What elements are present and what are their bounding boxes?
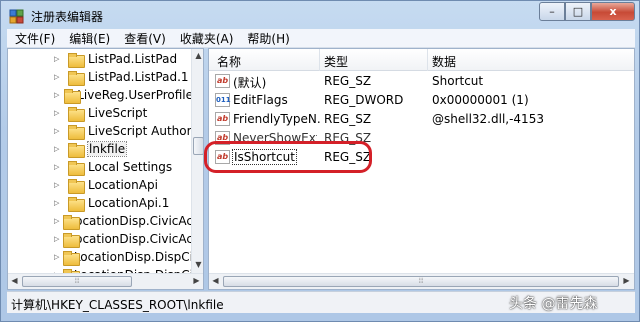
tree-scroll-thumb[interactable] xyxy=(193,137,203,155)
highlight-annotation xyxy=(204,141,372,173)
menu-help[interactable]: 帮助(H) xyxy=(239,30,295,47)
expand-arrow-icon[interactable]: ▷ xyxy=(54,217,59,225)
tree-item[interactable]: ▷ LiveScript xyxy=(8,104,193,122)
minimize-button[interactable]: – xyxy=(539,2,565,21)
tree-item-label: LiveReg.UserProfile xyxy=(77,88,193,102)
title-bar[interactable]: 注册表编辑器 – □ x xyxy=(1,1,639,29)
expand-arrow-icon[interactable]: ▷ xyxy=(54,145,64,153)
menu-view[interactable]: 查看(V) xyxy=(116,30,172,47)
tree-item-label: LiveScript Author xyxy=(88,124,192,138)
expand-arrow-icon[interactable]: ▷ xyxy=(54,73,64,81)
scroll-left-arrow-icon[interactable]: ◀ xyxy=(8,274,21,288)
dword-value-icon: 011 xyxy=(215,93,231,107)
expand-arrow-icon[interactable]: ▷ xyxy=(54,199,64,207)
tree-item[interactable]: ▷ ListPad.ListPad.1 xyxy=(8,68,193,86)
list-header: 名称 类型 数据 xyxy=(209,49,634,71)
key-tree-pane[interactable]: ▷ ListPad.ListPad ▷ ListPad.ListPad.1 ▷ Liv… xyxy=(7,48,204,290)
close-button[interactable]: x xyxy=(591,2,635,21)
scroll-up-arrow-icon[interactable]: ▲ xyxy=(192,49,203,63)
column-header-name[interactable]: 名称 xyxy=(217,53,241,70)
tree-item[interactable]: ▷ LocationApi xyxy=(8,176,193,194)
folder-icon xyxy=(63,214,85,230)
value-row[interactable]: ab FriendlyTypeN... REG_SZ @shell32.dll,… xyxy=(209,110,634,129)
folder-icon xyxy=(68,70,85,86)
value-data: @shell32.dll,-4153 xyxy=(432,112,544,126)
string-value-icon: ab xyxy=(215,74,230,88)
tree-item[interactable]: ▷ Local Settings xyxy=(8,158,193,176)
folder-icon xyxy=(68,52,85,68)
column-header-type[interactable]: 类型 xyxy=(324,53,348,70)
folder-icon xyxy=(63,88,82,104)
maximize-button[interactable]: □ xyxy=(565,2,591,21)
folder-icon xyxy=(68,178,85,194)
scroll-down-arrow-icon[interactable]: ▼ xyxy=(192,258,203,272)
value-name: FriendlyTypeN... xyxy=(233,112,321,126)
value-type: REG_DWORD xyxy=(324,93,404,107)
column-header-data[interactable]: 数据 xyxy=(432,53,456,70)
value-row[interactable]: ab (默认) REG_SZ Shortcut xyxy=(209,72,634,91)
folder-icon xyxy=(68,160,85,176)
value-row[interactable]: 011 EditFlags REG_DWORD 0x00000001 (1) xyxy=(209,91,634,110)
tree-item[interactable]: ▷ LocationDisp.DispCi xyxy=(8,248,193,266)
expand-arrow-icon[interactable]: ▷ xyxy=(54,127,64,135)
tree-item-label: LiveScript xyxy=(88,106,148,120)
expand-arrow-icon[interactable]: ▷ xyxy=(54,109,64,117)
value-type: REG_SZ xyxy=(324,74,372,88)
tree-item[interactable]: ▷ LiveReg.UserProfile xyxy=(8,86,193,104)
registry-editor-window: 注册表编辑器 – □ x 文件(F) 编辑(E) 查看(V) 收藏夹(A) 帮助… xyxy=(0,0,640,322)
tree-item[interactable]: ▷ LocationApi.1 xyxy=(8,194,193,212)
tree-item-label: LocationApi xyxy=(88,178,158,192)
value-data: Shortcut xyxy=(432,74,484,88)
watermark: 头条 @雷先森 xyxy=(509,296,598,312)
tree-horizontal-scrollbar[interactable]: ◀ ⦙⦙⦙ ▶ xyxy=(8,273,203,289)
registry-editor-icon xyxy=(9,9,24,24)
expand-arrow-icon[interactable]: ▷ xyxy=(54,253,59,261)
scroll-right-arrow-icon[interactable]: ▶ xyxy=(620,274,633,288)
column-divider[interactable] xyxy=(427,49,428,71)
list-hscroll-thumb[interactable]: ⦙⦙⦙ xyxy=(223,276,619,287)
expand-arrow-icon[interactable]: ▷ xyxy=(54,91,60,99)
tree-hscroll-thumb[interactable]: ⦙⦙⦙ xyxy=(22,276,132,287)
folder-icon xyxy=(63,250,82,266)
folder-icon xyxy=(68,124,85,140)
expand-arrow-icon[interactable]: ▷ xyxy=(54,181,64,189)
tree-vertical-scrollbar[interactable]: ▲ ▼ xyxy=(191,49,203,273)
tree-item[interactable]: ▷ LocationDisp.CivicAc xyxy=(8,212,193,230)
tree-item-label: ListPad.ListPad.1 xyxy=(88,70,189,84)
folder-icon xyxy=(68,106,85,122)
window-controls: – □ x xyxy=(539,2,635,22)
menu-bar: 文件(F) 编辑(E) 查看(V) 收藏夹(A) 帮助(H) xyxy=(7,29,635,48)
menu-favorites[interactable]: 收藏夹(A) xyxy=(172,30,240,47)
folder-icon xyxy=(68,142,85,158)
scroll-right-arrow-icon[interactable]: ▶ xyxy=(190,274,203,288)
column-divider[interactable] xyxy=(319,49,320,71)
scroll-left-arrow-icon[interactable]: ◀ xyxy=(209,274,222,288)
menu-edit[interactable]: 编辑(E) xyxy=(61,30,116,47)
value-name: EditFlags xyxy=(233,93,288,107)
expand-arrow-icon[interactable]: ▷ xyxy=(54,235,59,243)
tree-item-label: Local Settings xyxy=(88,160,173,174)
expand-arrow-icon[interactable]: ▷ xyxy=(54,55,64,63)
expand-arrow-icon[interactable]: ▷ xyxy=(54,163,64,171)
string-value-icon: ab xyxy=(215,112,230,126)
tree-item-label: ListPad.ListPad xyxy=(88,52,178,66)
tree-item-label: LocationDisp.CivicAc xyxy=(68,232,193,246)
list-horizontal-scrollbar[interactable]: ◀ ⦙⦙⦙ ▶ xyxy=(209,273,634,289)
tree-item[interactable]: ▷ LocationDisp.CivicAc xyxy=(8,230,193,248)
tree-item-selected[interactable]: ▷ lnkfile xyxy=(8,140,193,158)
value-name: (默认) xyxy=(233,76,267,90)
tree-item-label: LocationDisp.CivicAc xyxy=(68,214,193,228)
value-type: REG_SZ xyxy=(324,112,372,126)
tree-item-label: LocationApi.1 xyxy=(88,196,170,210)
folder-icon xyxy=(63,232,85,248)
menu-file[interactable]: 文件(F) xyxy=(7,30,61,47)
tree-item-label: LocationDisp.DispCi xyxy=(73,250,193,264)
window-title: 注册表编辑器 xyxy=(31,10,104,24)
tree-item[interactable]: ▷ LiveScript Author xyxy=(8,122,193,140)
tree-item-label: lnkfile xyxy=(86,141,128,157)
folder-icon xyxy=(68,196,85,212)
value-data: 0x00000001 (1) xyxy=(432,93,529,107)
tree-item[interactable]: ▷ ListPad.ListPad xyxy=(8,50,193,68)
status-path: 计算机\HKEY_CLASSES_ROOT\lnkfile xyxy=(11,298,224,312)
